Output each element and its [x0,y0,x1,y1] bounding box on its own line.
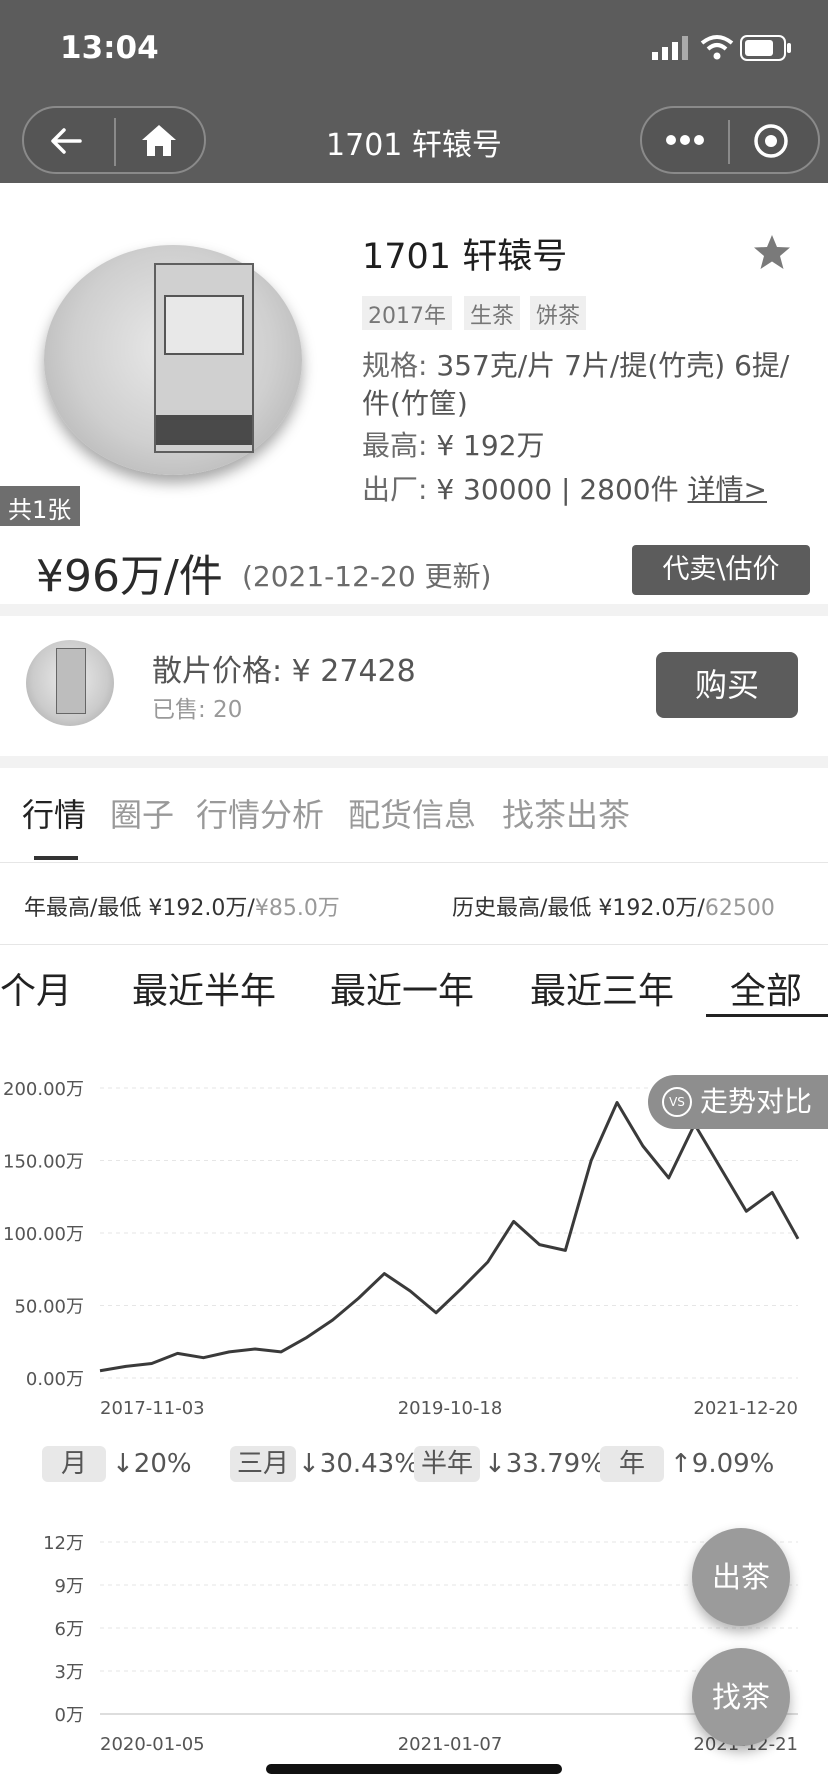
spec-row: 规格: 357克/片 7片/提(竹壳) 6提/ [362,344,789,384]
tag-shape: 饼茶 [530,296,587,330]
y-tick-label: 100.00万 [3,1224,84,1245]
spec-value-cont: 件(竹筐) [362,387,468,420]
year-label: 年最高/最低 [24,896,142,921]
range-3-years[interactable]: 最近三年 [530,962,674,1014]
y-tick-label: 0.00万 [26,1369,84,1390]
product-name: 1701 轩辕号 [362,237,568,277]
change-label-3-months: 三月 [230,1446,296,1482]
price-update-date: (2021-12-20 更新) [242,560,492,593]
high-label: 最高: [362,429,428,462]
sell-tea-fab[interactable]: 出茶 [692,1528,790,1626]
loose-price-row: 散片价格: ¥ 27428 [152,646,416,690]
y-tick-label: 0万 [55,1705,84,1726]
tab-circle[interactable]: 圈子 [110,790,174,836]
y-tick-label: 200.00万 [3,1079,84,1100]
divider [0,756,828,768]
signal-icon [652,36,688,60]
status-time: 13:04 [60,30,159,66]
image-count-badge: 共1张 [0,486,80,526]
home-indicator [266,1764,562,1774]
change-value-month: ↓20% [112,1449,192,1479]
loose-price-value: ¥ 27428 [291,654,416,689]
range-1-year[interactable]: 最近一年 [330,962,474,1014]
x-tick-label: 2021-01-07 [398,1734,503,1755]
history-low: 62500 [704,896,775,921]
vs-icon: VS [662,1087,692,1117]
factory-value: ¥ 30000 | 2800件 [436,473,679,506]
history-label: 历史最高/最低 [452,896,592,921]
y-tick-label: 150.00万 [3,1152,84,1173]
year-low: ¥85.0万 [254,896,340,921]
wifi-icon [700,35,734,60]
status-bar: 13:04 [0,0,828,100]
x-tick-label: 2021-12-20 [693,1398,798,1419]
tab-distribution[interactable]: 配货信息 [348,790,476,836]
price-main: ¥96万/件 [36,551,223,602]
year-high: ¥192.0万/ [148,896,255,921]
close-miniapp-icon[interactable] [752,122,790,160]
sold-count: 已售: 20 [152,697,243,723]
tag-year: 2017年 [362,296,452,330]
tag-type: 生茶 [464,296,521,330]
x-tick-label: 2017-11-03 [100,1398,205,1419]
detail-link[interactable]: 详情> [688,473,767,506]
tab-active-indicator [34,856,78,860]
factory-label: 出厂: [362,473,428,506]
x-tick-label: 2019-10-18 [398,1398,503,1419]
factory-row: 出厂: ¥ 30000 | 2800件 详情> [362,468,767,508]
y-tick-label: 12万 [43,1533,84,1554]
divider [0,604,828,616]
tab-analysis[interactable]: 行情分析 [196,790,324,836]
range-6-months[interactable]: 最近半年 [132,962,276,1014]
history-high-low: 历史最高/最低 ¥192.0万/62500 [452,890,775,922]
spec-value: 357克/片 7片/提(竹壳) 6提/ [436,349,790,382]
compare-trend-label: 走势对比 [700,1085,813,1118]
spec-label: 规格: [362,349,428,382]
favorite-star-icon[interactable] [752,232,792,272]
battery-icon [740,35,791,61]
y-tick-label: 6万 [55,1619,84,1640]
high-row: 最高: ¥ 192万 [362,424,545,464]
tab-find-tea[interactable]: 找茶出茶 [502,790,630,836]
compare-trend-button[interactable]: VS 走势对比 [648,1075,828,1129]
change-value-year: ↑9.09% [670,1449,775,1479]
tab-market[interactable]: 行情 [22,790,86,836]
change-label-half-year: 半年 [414,1446,480,1482]
range-3-months[interactable]: 三个月 [0,962,72,1014]
y-tick-label: 3万 [55,1662,84,1683]
loose-piece-image [26,640,114,726]
y-tick-label: 50.00万 [14,1297,84,1318]
divider [0,944,828,945]
product-image[interactable] [44,245,302,475]
history-high: ¥192.0万/ [598,896,705,921]
divider [0,862,828,863]
more-icon[interactable] [664,132,706,148]
change-value-3-months: ↓30.43% [298,1449,419,1479]
find-tea-fab[interactable]: 找茶 [692,1648,790,1746]
y-tick-label: 9万 [55,1576,84,1597]
x-tick-label: 2020-01-05 [100,1734,205,1755]
price-series-line [99,1101,800,1373]
nav-capsule-right [640,106,820,174]
year-high-low: 年最高/最低 ¥192.0万/¥85.0万 [24,890,340,922]
change-label-year: 年 [600,1446,664,1482]
loose-price-label: 散片价格: [152,654,283,689]
consign-estimate-button[interactable]: 代卖\估价 [632,545,810,595]
range-all[interactable]: 全部 [730,962,802,1014]
buy-button[interactable]: 购买 [656,652,798,718]
change-value-half-year: ↓33.79% [484,1449,605,1479]
high-value: ¥ 192万 [436,429,545,462]
range-active-indicator [706,1014,828,1017]
change-label-month: 月 [42,1446,106,1482]
